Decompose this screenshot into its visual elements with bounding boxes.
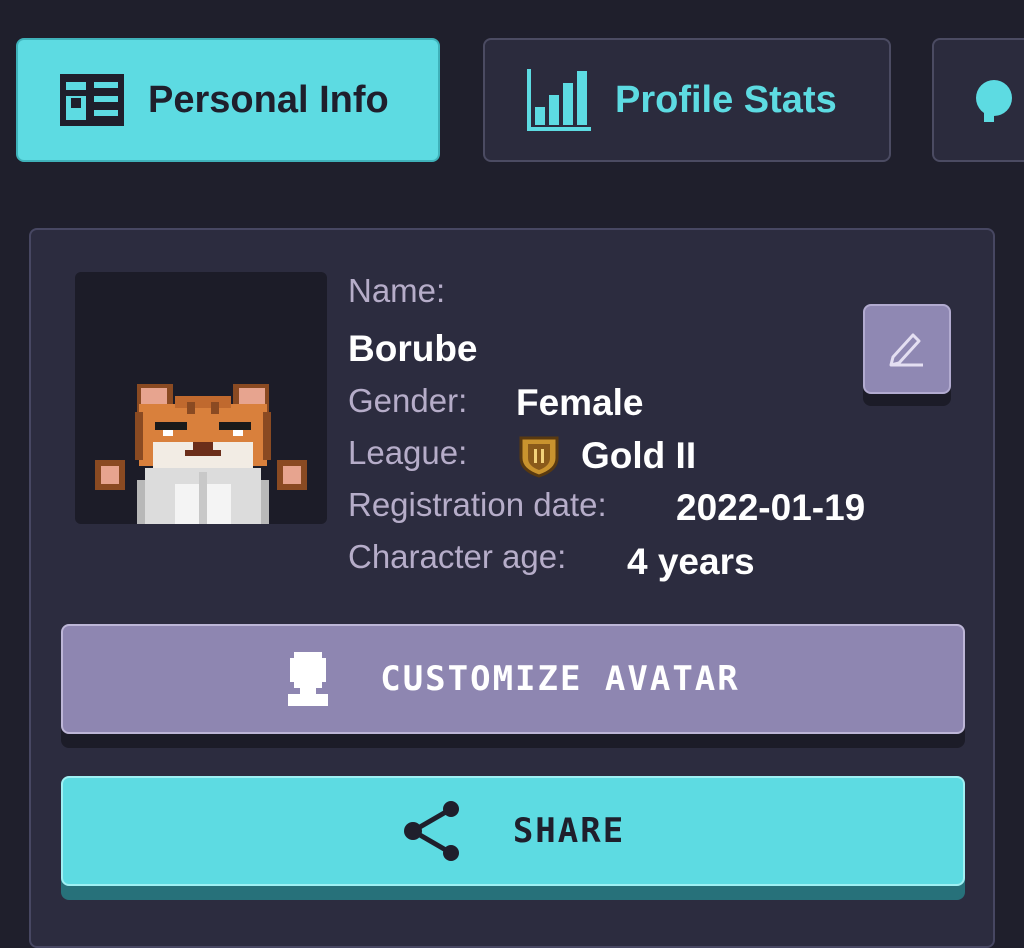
character-age-value: 4 years xyxy=(627,541,755,582)
name-value: Borube xyxy=(348,328,478,369)
id-card-icon xyxy=(60,74,124,126)
profile-card: Name: Borube Gender: Female League: Gold… xyxy=(29,228,995,948)
tab-profile-stats-label: Profile Stats xyxy=(615,78,837,121)
tab-personal-info-label: Personal Info xyxy=(148,78,389,121)
character-age-label: Character age: xyxy=(348,538,567,575)
tab-bar: Personal Info Profile Stats xyxy=(0,0,1024,190)
speech-bubble-icon xyxy=(974,78,1014,122)
gender-label: Gender: xyxy=(348,382,468,419)
gold-league-shield-icon xyxy=(519,436,559,483)
name-label: Name: xyxy=(348,272,446,309)
share-label: SHARE xyxy=(512,811,626,851)
pixel-cat-icon xyxy=(95,384,307,524)
customize-avatar-button[interactable]: CUSTOMIZE AVATAR xyxy=(61,624,965,734)
league-label: League: xyxy=(348,434,468,471)
tab-personal-info[interactable]: Personal Info xyxy=(16,38,440,162)
league-value: Gold II xyxy=(581,435,697,476)
gender-value: Female xyxy=(516,382,644,423)
edit-profile-button[interactable] xyxy=(863,304,951,394)
avatar xyxy=(75,272,327,524)
registration-date-value: 2022-01-19 xyxy=(676,487,866,528)
share-icon xyxy=(401,800,463,862)
person-bust-icon xyxy=(286,652,330,706)
tab-third[interactable] xyxy=(932,38,1024,162)
registration-date-label: Registration date: xyxy=(348,486,607,523)
bar-chart-icon xyxy=(527,69,591,131)
pencil-icon xyxy=(887,327,927,372)
tab-profile-stats[interactable]: Profile Stats xyxy=(483,38,891,162)
share-button[interactable]: SHARE xyxy=(61,776,965,886)
customize-avatar-label: CUSTOMIZE AVATAR xyxy=(380,659,740,699)
